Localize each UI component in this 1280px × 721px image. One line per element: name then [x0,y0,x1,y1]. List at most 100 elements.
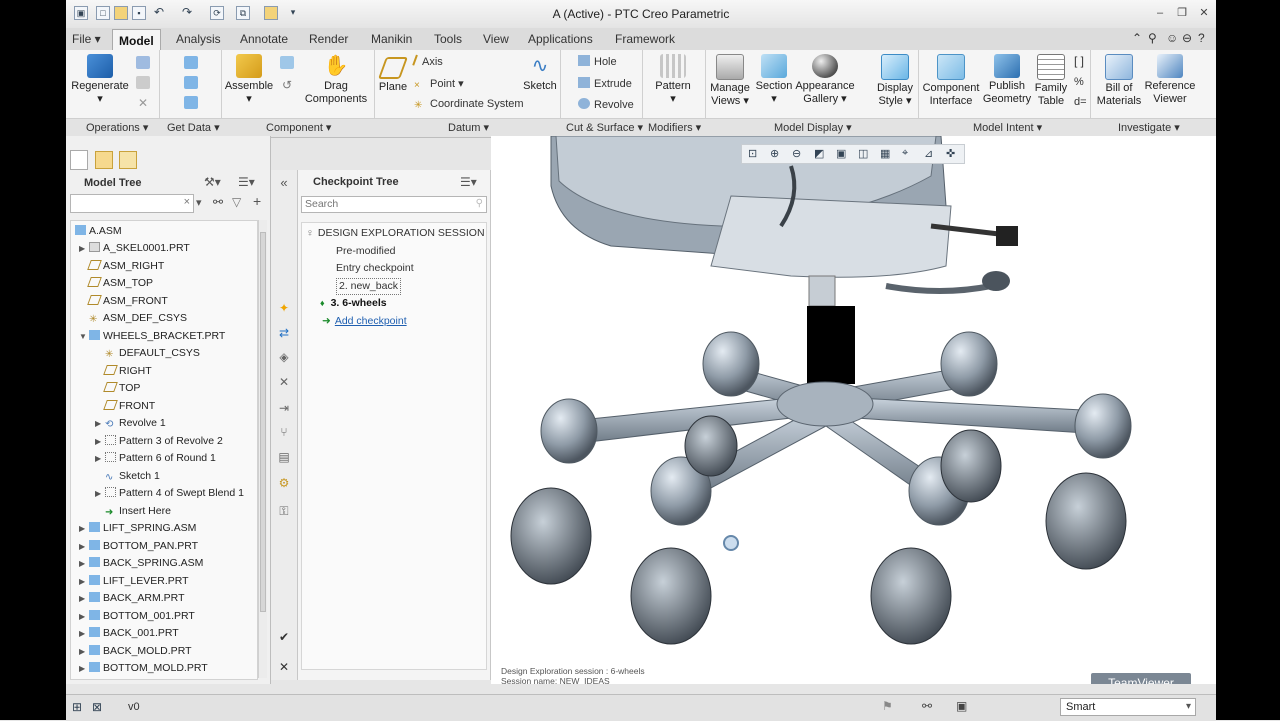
group-operations[interactable]: Operations ▾ [86,121,148,134]
tree-show-icon[interactable]: ☰▾ [238,175,255,189]
tree-item-insert-here[interactable]: ➜ Insert Here [105,503,171,520]
scrollbar-thumb[interactable] [260,232,266,612]
expand-icon[interactable]: ▶ [79,608,89,625]
component-interface-button[interactable]: Component Interface [920,54,982,108]
paste-icon[interactable] [136,76,150,89]
tree-item[interactable]: ✳ ASM_DEF_CSYS [89,310,187,327]
bill-of-materials-button[interactable]: Bill of Materials [1094,54,1144,108]
checkpoint-item[interactable]: Entry checkpoint [336,260,414,277]
delete-checkpoint-icon[interactable]: ✕ [277,375,291,389]
checkpoint-search-input[interactable] [302,197,465,211]
tab-model[interactable]: Model [112,29,161,51]
tree-item[interactable]: FRONT [103,398,155,415]
shrinkwrap-icon[interactable] [184,96,198,109]
tree-settings-icon[interactable]: ⚒▾ [204,175,221,189]
filter-icon[interactable]: ▽ [232,195,241,209]
tree-item[interactable]: ▶ BACK_MOLD.PRT [79,643,192,660]
hole-button[interactable]: Hole [578,55,617,68]
delete-icon[interactable]: ✕ [136,96,150,110]
tree-search-input[interactable]: × [70,194,194,213]
tree-item[interactable]: ▶ BACK_SPRING.ASM [79,555,203,572]
tree-item[interactable]: ASM_FRONT [87,293,168,310]
close-icon[interactable]: ✕ [1196,6,1212,20]
assemble-button[interactable]: Assemble ▾ [222,54,276,106]
tree-item[interactable]: ▶ BACK_001.PRT [79,625,179,642]
properties-icon[interactable]: ▤ [277,450,291,464]
tree-item[interactable]: ✳ DEFAULT_CSYS [105,345,200,362]
checkpoint-search-field[interactable]: ⚲ [301,196,487,213]
drag-components-button[interactable]: ✋ Drag Components [304,54,368,106]
publish-geometry-button[interactable]: Publish Geometry [980,54,1034,106]
create-component-icon[interactable] [280,56,294,69]
user-defined-feature-icon[interactable] [184,56,198,69]
point-button[interactable]: × Point ▾ [414,77,464,91]
group-cut-surface[interactable]: Cut & Surface ▾ [566,121,643,134]
collapse-panel-icon[interactable]: « [277,176,291,190]
find-icon[interactable]: ⚯ [922,699,932,713]
expand-icon[interactable]: ▶ [95,415,105,432]
tree-item[interactable]: ▶ LIFT_LEVER.PRT [79,573,189,590]
tree-item[interactable]: ASM_TOP [87,275,153,292]
selection-filter-select[interactable]: Smart ▾ [1060,698,1196,716]
browser-icon[interactable]: ⊠ [92,700,102,714]
pattern-button[interactable]: Pattern ▾ [648,54,698,106]
expand-icon[interactable]: ▶ [95,433,105,450]
copy-geometry-icon[interactable] [184,76,198,89]
flag-icon[interactable]: ⚑ [882,699,893,713]
datum-display-icon[interactable]: ⌖ [902,147,908,160]
tree-item[interactable]: ▼ WHEELS_BRACKET.PRT [79,328,225,345]
tab-annotate[interactable]: Annotate [234,28,294,50]
collapse-ribbon-icon[interactable]: ⌃ [1132,31,1142,45]
exit-session-icon[interactable]: ✕ [277,660,291,674]
search-icon[interactable]: ⚲ [476,198,483,209]
expand-icon[interactable]: ▶ [95,450,105,467]
expand-icon[interactable]: ▶ [79,520,89,537]
expand-icon[interactable]: ▶ [79,590,89,607]
tab-file[interactable]: File ▾ [66,28,107,50]
tree-item-a-asm[interactable]: A.ASM [75,223,122,240]
tree-item[interactable]: ▶ LIFT_SPRING.ASM [79,520,196,537]
copy-icon[interactable] [136,56,150,69]
tree-item[interactable]: ▶ BOTTOM_PAN.PRT [79,538,198,555]
lock-icon[interactable]: ⚿ [277,504,291,518]
appearance-gallery-button[interactable]: Appearance Gallery ▾ [794,54,856,106]
tab-analysis[interactable]: Analysis [170,28,227,50]
expand-icon[interactable]: ▶ [79,573,89,590]
session-root[interactable]: ♀ DESIGN EXPLORATION SESSION [306,225,485,242]
find-binoculars-icon[interactable]: ⚯ [213,195,223,209]
model-tree-tab-icon[interactable] [70,150,88,170]
tab-tools[interactable]: Tools [428,28,468,50]
checkpoint-item[interactable]: Pre-modified [336,243,396,260]
tree-item[interactable]: RIGHT [103,363,152,380]
tree-item[interactable]: ▶ ⟲ Revolve 1 [95,415,166,432]
tree-item[interactable]: ∿ Sketch 1 [105,468,160,485]
collapse-icon[interactable]: ▼ [79,328,89,345]
favorites-tab-icon[interactable] [119,151,137,169]
selection-icon[interactable]: ▣ [956,699,967,713]
parameters-icon[interactable]: [ ] [1074,54,1084,68]
plane-button[interactable]: Plane [376,54,410,94]
reference-viewer-button[interactable]: Reference Viewer [1144,54,1196,106]
section-button[interactable]: Section ▾ [754,54,794,106]
tree-item[interactable]: TOP [103,380,140,397]
search-icon[interactable]: ⚲ [1148,31,1157,45]
relations-icon[interactable]: d= [1074,96,1087,108]
saved-views-icon[interactable]: ◫ [858,147,868,160]
tree-item[interactable]: ▶ BOTTOM_001.PRT [79,608,195,625]
tab-applications[interactable]: Applications [522,28,599,50]
compare-icon[interactable]: ⇥ [277,401,291,415]
tree-item[interactable]: ▶ BACK_ARM.PRT [79,590,185,607]
zoom-in-icon[interactable]: ⊕ [770,147,779,160]
repeat-icon[interactable]: ↺ [280,78,294,92]
graphics-viewport[interactable]: ⊡ ⊕ ⊖ ◩ ▣ ◫ ▦ ⌖ ⊿ ✜ Design Exploration s… [491,136,1216,684]
session-icon[interactable]: ⚙ [277,476,291,490]
community-icon[interactable]: ☺ [1166,31,1178,45]
tab-render[interactable]: Render [303,28,354,50]
clear-search-icon[interactable]: × [184,196,190,208]
coordinate-system-button[interactable]: ✳ Coordinate System [414,98,524,111]
tab-manikin[interactable]: Manikin [365,28,418,50]
view-manager-icon[interactable]: ▦ [880,147,890,160]
group-datum[interactable]: Datum ▾ [448,121,489,134]
tree-item[interactable]: ASM_RIGHT [87,258,164,275]
tree-item[interactable]: ▶ Pattern 6 of Round 1 [95,450,216,467]
